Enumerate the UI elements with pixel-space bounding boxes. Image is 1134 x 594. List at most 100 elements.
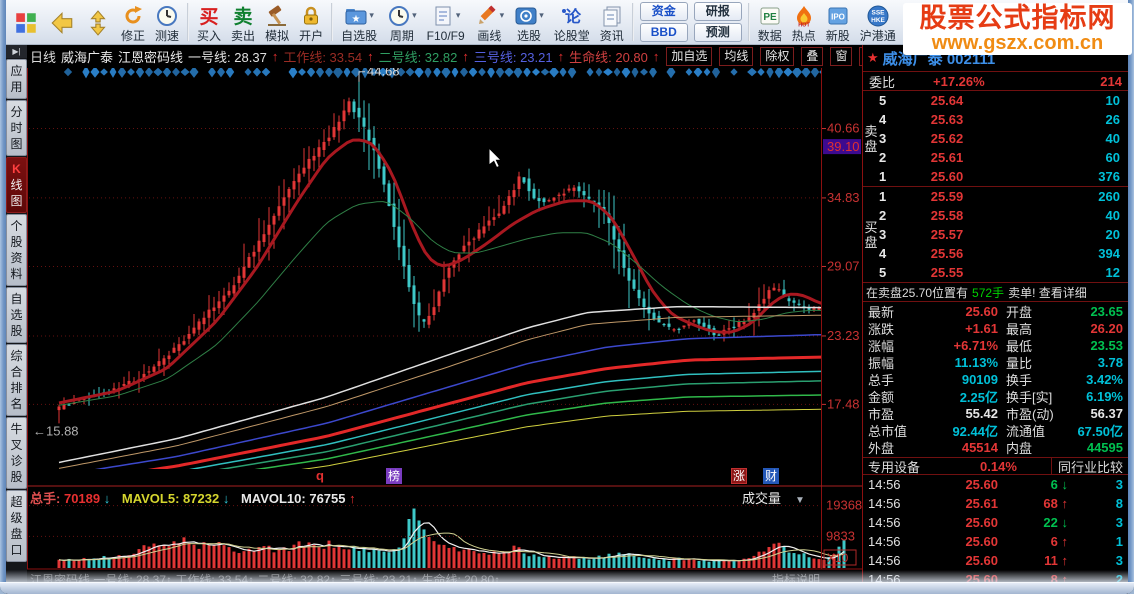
buy-icon: 买: [200, 7, 219, 28]
volume-indicator-select[interactable]: 成交量 ▼: [742, 488, 805, 507]
window-right-edge: [1128, 0, 1134, 594]
stat-row: 市盈 55.42 市盈(动) 56.37: [868, 406, 1123, 422]
order-book-row: 5 25.64 10: [879, 93, 1120, 108]
chart-button-加自选[interactable]: 加自选: [666, 47, 713, 66]
indicator-line-value: 一号线: 28.37: [188, 50, 267, 65]
toolbar-button-开户[interactable]: 开户: [295, 1, 327, 44]
clock-icon: [389, 5, 410, 26]
toolbar-button-买入[interactable]: 买买入: [193, 1, 225, 44]
clock-icon: [157, 5, 178, 26]
toolbar-button-grid[interactable]: [9, 8, 43, 37]
toolbar-button-BBD[interactable]: BBD: [639, 23, 688, 42]
overlay-line-gann-red: [147, 355, 821, 469]
chart-title-bar: 日线 威海广泰 江恩密码线 一号线: 28.37 ↑ 工作线: 33.54 ↑ 二号线: 32…: [27, 45, 862, 68]
toolbar-button-资金[interactable]: 资金: [639, 2, 688, 21]
toolbar-button-沪港通[interactable]: SSE HKE 沪港通: [856, 1, 900, 44]
loop-icon: [125, 5, 142, 23]
ipo-icon: IPO: [828, 7, 848, 24]
chart-button-除权[interactable]: 除权: [760, 47, 795, 66]
overlay-line-gann-white: [58, 305, 821, 464]
up-arrow-icon: ↑: [271, 49, 279, 64]
toolbar-button-资讯[interactable]: 资讯: [596, 1, 628, 44]
toolbar-button-arrow-left[interactable]: [45, 8, 79, 37]
indicator-name-label: 江恩密码线: [118, 50, 184, 65]
toolbar-button-arrows-ud[interactable]: [81, 8, 115, 37]
stat-row: 金额 2.25亿 换手[实] 6.19%: [868, 389, 1123, 405]
marker-q[interactable]: q: [316, 468, 324, 483]
chevron-down-icon: ▾: [455, 10, 461, 20]
large-order-notice[interactable]: 在卖盘25.70位置有 572手 卖单! 查看详细: [863, 283, 1128, 302]
svg-text:←15.88: ←15.88: [33, 423, 79, 438]
toolbar-button-论股堂[interactable]: 论论股堂: [550, 1, 594, 44]
sidebar-tab-K线图[interactable]: K线图: [6, 157, 27, 213]
sidebar-tab-超级盘口[interactable]: 超级盘口: [6, 490, 27, 562]
toolbar-button-预测[interactable]: 预测: [693, 23, 742, 42]
svg-text:HOT: HOT: [798, 22, 810, 28]
watermark-title: 股票公式指标网: [919, 3, 1116, 33]
sidebar-tab-综合排名[interactable]: 综合排名: [6, 344, 27, 416]
sector-row[interactable]: 专用设备 0.14% 同行业比较: [863, 457, 1128, 475]
mavol5-label: MAVOL5:: [121, 491, 180, 506]
left-sidebar: ▶| 应用分时图 K 线图个股资料自选股综合排名牛叉诊股超级盘口: [6, 45, 27, 582]
svg-text:X10: X10: [827, 551, 849, 565]
stat-row: 总市值 92.44亿 流通值 67.50亿: [868, 424, 1123, 439]
tick-row: 14:56 25.61 68 ↑ 8: [868, 496, 1123, 511]
tick-row: 14:56 25.60 6 ↑ 1: [868, 534, 1123, 549]
toolbar-button-画线[interactable]: ▾ 画线: [471, 1, 509, 44]
tick-row: 14:56 25.60 22 ↓ 3: [868, 515, 1123, 530]
toolbar-button-修正[interactable]: 修正: [117, 1, 149, 44]
chart-button-窗[interactable]: 窗: [830, 47, 853, 66]
chart-button-预测[interactable]: 预测: [859, 47, 862, 66]
indicator-line-value: 二号线: 32.82: [378, 50, 458, 65]
svg-text:34.83: 34.83: [827, 190, 860, 205]
order-book-row: 5 25.55 12: [879, 265, 1120, 280]
toolbar-button-卖出[interactable]: 卖卖出: [227, 1, 259, 44]
mavol5-line: [58, 522, 845, 562]
sidebar-tab-应用[interactable]: 应用: [6, 59, 27, 99]
quote-panel: ★ 威海广泰 002111 委比 +17.26% 214 卖盘 5 25.64 10 4 25.63…: [862, 45, 1128, 594]
svg-text:卖: 卖: [234, 6, 253, 28]
chevron-down-icon: ▾: [499, 10, 505, 20]
marker-cai[interactable]: 财: [763, 468, 779, 484]
toolbar-button-新股[interactable]: IPO 新股: [822, 1, 854, 44]
folder-star-icon: ★: [345, 8, 367, 25]
toolbar-button-自选股[interactable]: ★ ▾ 自选股: [337, 1, 381, 44]
period-label: 日线: [30, 50, 57, 65]
svg-text:39.10: 39.10: [827, 139, 860, 154]
toolbar-button-选股[interactable]: ▾ 选股: [510, 1, 548, 44]
sidebar-tab-个股资料[interactable]: 个股资料: [6, 214, 27, 286]
toolbar-button-模拟[interactable]: 模拟: [261, 1, 293, 44]
sidebar-tab-自选股[interactable]: 自选股: [6, 287, 27, 343]
sidebar-tab-牛叉诊股[interactable]: 牛叉诊股: [6, 417, 27, 489]
doc-icon: [435, 6, 451, 25]
window-left-edge: [0, 0, 6, 594]
toolbar-button-数据[interactable]: PE 数据: [754, 1, 786, 44]
lock-icon: [304, 6, 319, 24]
marker-zhang[interactable]: 涨: [731, 468, 747, 484]
toolbar-button-F10/F9[interactable]: ▾ F10/F9: [423, 1, 469, 44]
hammer-icon: [268, 4, 287, 26]
toolbar-button-周期[interactable]: ▾ 周期: [383, 1, 421, 44]
chart-button-均线[interactable]: 均线: [719, 47, 754, 66]
marker-bang[interactable]: 榜: [386, 468, 402, 484]
svg-text:★: ★: [352, 14, 361, 25]
up-arrow-icon: ↑: [349, 491, 356, 506]
sidebar-tab-分时图[interactable]: 分时图: [6, 100, 27, 156]
overlay-line-ma-green: [58, 201, 821, 406]
toolbar-button-热点[interactable]: HOT 热点: [788, 1, 820, 44]
toolbar-button-测速[interactable]: 测速: [151, 1, 183, 44]
up-arrow-icon: ↑: [367, 49, 374, 64]
tick-row: 14:56 25.60 6 ↓ 3: [868, 477, 1123, 492]
target-icon: [515, 7, 537, 24]
chevron-down-icon: ▾: [412, 10, 417, 20]
svg-text:HKE: HKE: [871, 17, 885, 24]
stat-row: 总手 90109 换手 3.42%: [868, 372, 1123, 388]
sidebar-collapse-button[interactable]: ▶|: [6, 45, 27, 58]
window-bottom-edge: [0, 582, 1134, 594]
flame-icon: HOT: [796, 5, 811, 28]
arrow-left-icon: [51, 11, 73, 34]
chart-button-叠[interactable]: 叠: [801, 47, 824, 66]
mouse-cursor: [488, 146, 503, 169]
stock-name-label: 威海广泰: [61, 50, 114, 65]
toolbar-button-研报[interactable]: 研报: [693, 2, 742, 21]
